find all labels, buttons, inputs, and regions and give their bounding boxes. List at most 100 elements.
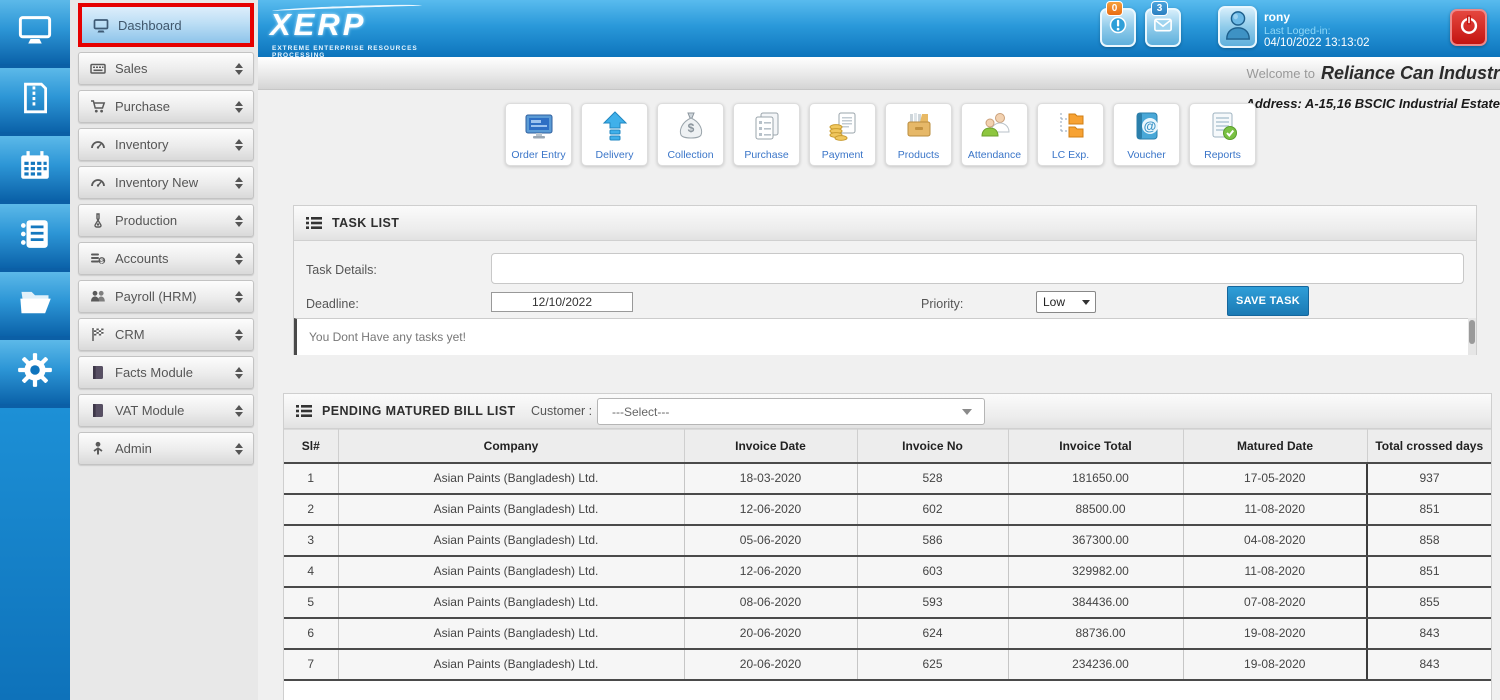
panel-title: PENDING MATURED BILL LIST — [322, 404, 516, 418]
list-icon — [296, 404, 312, 418]
book-icon — [90, 403, 106, 419]
sidebar-item-inventory[interactable]: Inventory — [78, 128, 254, 161]
priority-select[interactable]: Low — [1036, 291, 1096, 313]
power-icon — [1456, 12, 1482, 43]
cell-sl: 5 — [284, 586, 339, 619]
cell-matured-date: 04-08-2020 — [1183, 524, 1368, 557]
table-row: 7 Asian Paints (Bangladesh) Ltd. 20-06-202… — [284, 648, 1491, 681]
shortcut-lc-exp[interactable]: LC Exp. — [1037, 103, 1104, 166]
sidebar-item-facts-module[interactable]: Facts Module — [78, 356, 254, 389]
user-name: rony — [1264, 10, 1291, 24]
rail-folder-button[interactable] — [0, 272, 70, 336]
shortcut-label: Products — [897, 149, 940, 161]
rail-settings-button[interactable] — [0, 340, 70, 404]
shortcut-collection[interactable]: $ Collection — [657, 103, 724, 166]
shortcut-order-entry[interactable]: Order Entry — [505, 103, 572, 166]
scrollbar-thumb[interactable] — [1469, 320, 1475, 344]
expand-arrows-icon — [235, 404, 243, 417]
table-header-row: Sl# Company Invoice Date Invoice No Invo… — [284, 429, 1491, 464]
cell-sl: 7 — [284, 648, 339, 681]
chevron-down-icon — [962, 408, 972, 415]
table-row: 1 Asian Paints (Bangladesh) Ltd. 18-03-202… — [284, 462, 1491, 495]
welcome-bar: Welcome to Reliance Can Industr — [258, 57, 1500, 90]
sidebar-item-inventory-new[interactable]: Inventory New — [78, 166, 254, 199]
sidebar-item-label: Payroll (HRM) — [115, 289, 197, 304]
shortcut-label: Reports — [1204, 149, 1241, 161]
icon-rail — [0, 0, 70, 700]
cell-sl: 1 — [284, 462, 339, 495]
last-login-value: 04/10/2022 13:13:02 — [1264, 36, 1370, 49]
coins-document-icon — [827, 110, 859, 149]
user-info: rony Last Loged-in: 04/10/2022 13:13:02 — [1264, 10, 1370, 50]
top-header: XERP EXTREME ENTERPRISE RESOURCES PROCES… — [258, 0, 1500, 59]
shortcut-label: Payment — [821, 149, 864, 161]
flask-icon — [90, 213, 106, 229]
sidebar-item-payroll[interactable]: Payroll (HRM) — [78, 280, 254, 313]
sidebar-item-label: Inventory — [115, 137, 169, 152]
cell-invoice-date: 20-06-2020 — [684, 648, 858, 681]
expand-arrows-icon — [235, 442, 243, 455]
user-avatar-button[interactable] — [1218, 6, 1257, 48]
cart-icon — [90, 99, 106, 115]
alerts-button[interactable]: 0 — [1100, 1, 1136, 47]
monitor-icon — [523, 110, 555, 149]
shortcut-purchase[interactable]: Purchase — [733, 103, 800, 166]
expand-arrows-icon — [235, 138, 243, 151]
task-details-input[interactable] — [491, 253, 1464, 284]
rail-notes-button[interactable] — [0, 68, 70, 132]
notes-icon — [18, 81, 52, 120]
list-icon — [306, 216, 322, 230]
expand-arrows-icon — [235, 328, 243, 341]
shortcut-label: Voucher — [1127, 149, 1166, 161]
shortcut-attendance[interactable]: Attendance — [961, 103, 1028, 166]
table-row: 2 Asian Paints (Bangladesh) Ltd. 12-06-202… — [284, 493, 1491, 526]
book-icon — [90, 365, 106, 381]
rail-journal-button[interactable] — [0, 204, 70, 268]
task-list-panel: TASK LIST Task Details: Deadline: Priori… — [293, 205, 1477, 355]
table-row: 3 Asian Paints (Bangladesh) Ltd. 05-06-202… — [284, 524, 1491, 557]
sidebar-item-label: Production — [115, 213, 178, 228]
save-task-button[interactable]: SAVE TASK — [1227, 286, 1309, 316]
coins-icon: $ — [90, 251, 106, 267]
customer-select-value: ---Select--- — [612, 404, 670, 419]
person-icon — [90, 441, 106, 457]
sidebar-item-accounts[interactable]: $ Accounts — [78, 242, 254, 275]
shortcut-payment[interactable]: Payment — [809, 103, 876, 166]
logout-button[interactable] — [1450, 9, 1487, 46]
calendar-icon — [18, 149, 52, 188]
cell-invoice-no: 593 — [857, 586, 1009, 619]
company-name: Reliance Can Industr — [1320, 62, 1500, 83]
documents-icon — [751, 110, 783, 149]
sidebar-item-sales[interactable]: Sales — [78, 52, 254, 85]
sidebar-item-dashboard[interactable]: Dashboard — [78, 3, 254, 47]
sidebar-item-admin[interactable]: Admin — [78, 432, 254, 465]
mail-count-badge: 3 — [1151, 1, 1168, 16]
rail-calendar-button[interactable] — [0, 136, 70, 200]
shortcut-reports[interactable]: Reports — [1189, 103, 1256, 166]
shortcut-delivery[interactable]: Delivery — [581, 103, 648, 166]
shortcut-products[interactable]: Products — [885, 103, 952, 166]
sidebar-item-production[interactable]: Production — [78, 204, 254, 237]
task-list-header: TASK LIST — [294, 206, 1476, 241]
shortcut-voucher[interactable]: @ Voucher — [1113, 103, 1180, 166]
sidebar-item-purchase[interactable]: Purchase — [78, 90, 254, 123]
sidebar-item-vat-module[interactable]: VAT Module — [78, 394, 254, 427]
sidebar-item-crm[interactable]: CRM — [78, 318, 254, 351]
expand-arrows-icon — [235, 62, 243, 75]
deadline-input[interactable] — [491, 292, 633, 312]
rail-dashboard-button[interactable] — [0, 0, 70, 64]
sidebar-item-label: Purchase — [115, 99, 170, 114]
gauge-icon — [90, 137, 106, 153]
keyboard-icon — [90, 61, 106, 77]
cell-matured-date: 19-08-2020 — [1183, 617, 1368, 650]
alert-count-badge: 0 — [1106, 1, 1123, 16]
bill-table-body: 1 Asian Paints (Bangladesh) Ltd. 18-03-202… — [284, 462, 1491, 681]
messages-button[interactable]: 3 — [1145, 1, 1181, 47]
cell-crossed-days: 858 — [1366, 524, 1491, 557]
bill-list-header: PENDING MATURED BILL LIST Customer : ---… — [284, 394, 1491, 429]
table-row: 6 Asian Paints (Bangladesh) Ltd. 20-06-202… — [284, 617, 1491, 650]
people-icon — [90, 289, 106, 305]
rail-filler — [0, 408, 70, 700]
customer-select[interactable]: ---Select--- — [597, 398, 985, 425]
gauge-icon — [90, 175, 106, 191]
